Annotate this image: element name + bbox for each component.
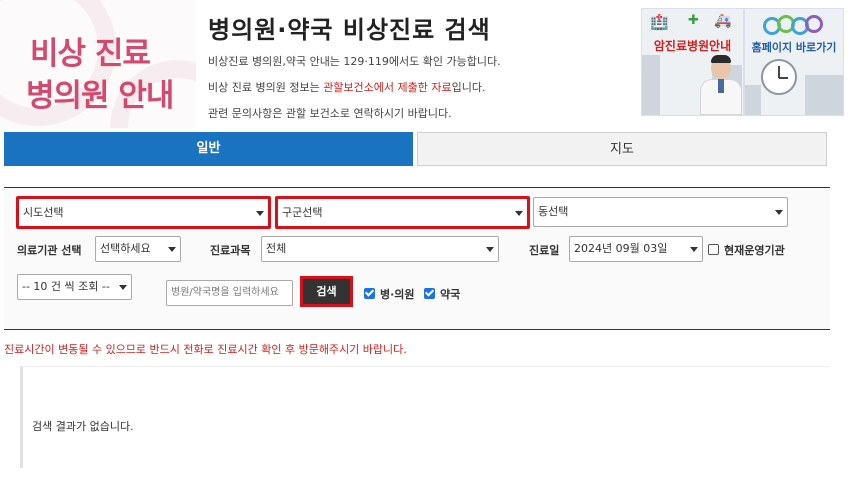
- chevron-down-icon: [486, 247, 494, 252]
- search-panel: 시도선택 구군선택 동선택 의료기관 선택 선택하세요 진료과목 전체 진료일 …: [4, 187, 830, 330]
- info-highlight: 관할보건소에서 제출한 자료: [323, 81, 452, 94]
- pharmacy-label: 약국: [440, 288, 461, 301]
- chevron-down-icon: [119, 285, 127, 290]
- page-title: 병의원·약국 비상진료 검색: [208, 16, 491, 44]
- page-size-select[interactable]: -- 10 건 씩 조회 --: [17, 274, 132, 300]
- doctor-figure: [700, 55, 742, 115]
- hospital-checkbox[interactable]: [364, 288, 375, 299]
- open-now-label: 현재운영기관: [724, 244, 785, 257]
- department-select[interactable]: 전체: [261, 236, 499, 262]
- chevron-down-icon: [775, 210, 783, 215]
- pharmacy-checkbox[interactable]: [424, 288, 435, 299]
- info-line-2: 비상 진료 병의원 정보는 관할보건소에서 제출한 자료입니다.: [208, 81, 486, 94]
- banner-label: 암진료병원안내: [653, 39, 732, 53]
- department-select-value: 전체: [266, 242, 287, 255]
- ambulance-icon: 🚑: [714, 13, 732, 29]
- institution-select[interactable]: 선택하세요: [95, 236, 181, 262]
- homepage-banner-label: 홈페이지 바로가기: [751, 41, 837, 54]
- result-area: [20, 366, 830, 468]
- chevron-down-icon: [515, 210, 523, 216]
- chevron-down-icon: [256, 210, 264, 216]
- cancer-hospital-banner[interactable]: 🏥 ✚ 🚑 암진료병원안내: [641, 8, 744, 116]
- hero-graphic: 비상 진료 병의원 안내: [0, 0, 196, 128]
- sido-select-value: 시도선택: [23, 206, 64, 219]
- gugun-select-value: 구군선택: [282, 206, 323, 219]
- tab-map[interactable]: 지도: [417, 132, 827, 166]
- institution-label: 의료기관 선택: [17, 244, 82, 257]
- dong-select[interactable]: 동선택: [533, 197, 788, 227]
- first-aid-icon: ✚: [688, 13, 699, 28]
- date-select[interactable]: 2024년 09월 03일: [569, 236, 703, 262]
- department-label: 진료과목: [210, 244, 251, 257]
- gugun-select[interactable]: 구군선택: [275, 196, 530, 229]
- search-button[interactable]: 검색: [300, 276, 353, 307]
- tab-general[interactable]: 일반: [4, 132, 413, 166]
- no-result-message: 검색 결과가 없습니다.: [32, 420, 134, 433]
- notice-text: 진료시간이 변동될 수 있으므로 반드시 전화로 진료시간 확인 후 방문해주시…: [4, 343, 407, 356]
- chevron-down-icon: [690, 247, 698, 252]
- hero-line-1: 비상 진료: [30, 36, 151, 72]
- open-now-checkbox[interactable]: [708, 244, 719, 255]
- info-line-1: 비상진료 병의원,약국 안내는 129·119에서도 확인 가능합니다.: [208, 55, 501, 68]
- homepage-banner[interactable]: 홈페이지 바로가기: [744, 8, 844, 116]
- name-search-input[interactable]: 병원/약국명을 입력하세요: [166, 280, 293, 306]
- dong-select-value: 동선택: [538, 205, 569, 218]
- hero-line-2: 병의원 안내: [26, 78, 174, 114]
- logo-icon: [763, 15, 825, 39]
- institution-select-value: 선택하세요: [100, 242, 151, 255]
- clock-icon: [761, 59, 797, 95]
- page-size-select-value: -- 10 건 씩 조회 --: [22, 280, 110, 293]
- chevron-down-icon: [168, 247, 176, 252]
- date-label: 진료일: [529, 244, 560, 257]
- hospital-icon: 🏥: [650, 13, 669, 31]
- date-select-value: 2024년 09월 03일: [574, 242, 668, 255]
- sido-select[interactable]: 시도선택: [16, 196, 271, 229]
- info-line-3: 관련 문의사항은 관할 보건소로 연락하시기 바랍니다.: [208, 107, 452, 120]
- name-search-placeholder: 병원/약국명을 입력하세요: [171, 287, 279, 298]
- hospital-label: 병·의원: [380, 288, 415, 301]
